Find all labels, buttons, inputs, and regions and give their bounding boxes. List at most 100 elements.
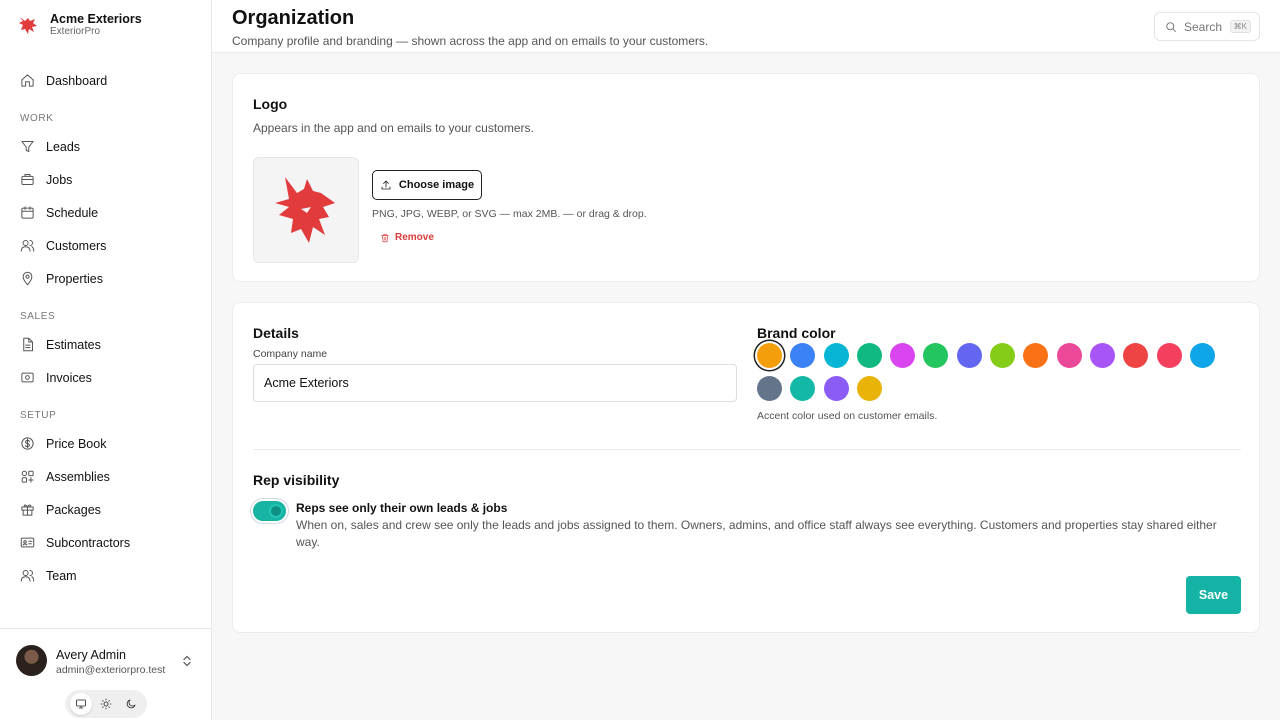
sidebar-item-properties[interactable]: Properties [0,262,211,295]
sidebar-item-schedule[interactable]: Schedule [0,196,211,229]
moon-icon [126,699,136,709]
upload-hint: PNG, JPG, WEBP, or SVG — max 2MB. — or d… [372,208,647,220]
search-icon [1166,21,1176,32]
upload-icon [381,180,391,190]
map-pin-icon [22,271,33,286]
rep-visibility-toggle[interactable] [253,501,286,521]
dollar-circle-icon [21,437,34,450]
trash-icon [381,233,389,242]
users-icon [20,240,35,252]
wolf-logo-icon [19,17,37,34]
file-text-icon [23,337,33,352]
brand-color-swatch[interactable] [823,376,849,401]
toggle-knob [269,504,283,518]
brand-color-swatch[interactable] [757,343,782,368]
company-name-label: Company name [253,348,328,360]
brand-color-swatch[interactable] [956,343,982,368]
user-name: Avery Admin [56,648,126,662]
rep-visibility-label: Reps see only their own leads & jobs [296,501,508,515]
logo-preview [253,157,359,263]
brand-color-swatch[interactable] [1156,343,1182,368]
save-button[interactable]: Save [1186,576,1241,614]
sidebar-nav: Dashboard WORK Leads Jobs Schedule Custo… [0,64,211,592]
brand-color-swatch[interactable] [856,376,882,401]
sidebar-item-label: Schedule [46,205,99,220]
sidebar-item-label: Estimates [46,337,101,352]
brand-color-note: Accent color used on customer emails. [757,410,938,422]
brand-color-swatch[interactable] [790,343,816,368]
page-title: Organization [232,7,355,29]
brand-color-swatch[interactable] [990,343,1016,368]
rep-visibility-title: Rep visibility [253,472,340,488]
sidebar: Acme Exteriors ExteriorPro Dashboard WOR… [0,0,212,720]
brand-color-swatch[interactable] [1056,343,1082,368]
brand-color-swatch[interactable] [1123,343,1149,368]
sidebar-item-jobs[interactable]: Jobs [0,163,211,196]
rep-visibility-description: When on, sales and crew see only the lea… [296,518,1217,549]
remove-logo-button[interactable]: Remove [380,232,434,243]
search-shortcut: ⌘K [1229,20,1251,33]
brand-color-swatch[interactable] [890,343,916,368]
sidebar-item-estimates[interactable]: Estimates [0,328,211,361]
team-icon [20,570,35,582]
user-panel[interactable]: Avery Admin admin@exteriorpro.test [0,628,211,720]
sidebar-item-dashboard[interactable]: Dashboard [0,64,211,97]
sidebar-item-label: Team [46,568,77,583]
search-button[interactable]: Search ⌘K [1154,12,1260,41]
sidebar-item-price-book[interactable]: Price Book [0,427,211,460]
theme-switcher [65,690,147,718]
search-label: Search [1184,19,1223,34]
home-icon [21,74,34,87]
brand-color-swatch[interactable] [823,343,849,368]
sun-icon [100,698,112,710]
logo-description: Appears in the app and on emails to your… [253,121,534,135]
sidebar-item-label: Packages [46,502,101,517]
brand-color-swatches [757,343,1227,401]
sidebar-item-label: Dashboard [46,73,108,88]
chevrons-up-down-icon[interactable] [182,655,192,667]
sidebar-item-invoices[interactable]: Invoices [0,361,211,394]
brand-subtitle: ExteriorPro [50,26,101,37]
id-card-icon [20,537,35,548]
brand-color-swatch[interactable] [856,343,882,368]
sidebar-item-label: Jobs [46,172,73,187]
blocks-icon [21,470,34,483]
theme-system-button[interactable] [70,693,93,715]
divider [253,449,1241,450]
sidebar-item-assemblies[interactable]: Assemblies [0,460,211,493]
sidebar-item-packages[interactable]: Packages [0,493,211,526]
logo-title: Logo [253,96,288,112]
sidebar-item-label: Subcontractors [46,535,131,550]
theme-light-button[interactable] [95,693,117,715]
nav-section-sales: SALES [20,311,56,322]
briefcase-icon [21,174,34,185]
page-subtitle: Company profile and branding — shown acr… [232,34,709,48]
sidebar-item-label: Invoices [46,370,92,385]
brand-color-swatch[interactable] [1089,343,1115,368]
company-name-input[interactable] [253,364,737,402]
sidebar-item-leads[interactable]: Leads [0,130,211,163]
user-email: admin@exteriorpro.test [56,664,166,676]
brand-color-swatch[interactable] [790,376,816,401]
choose-image-button[interactable]: Choose image [372,170,482,200]
brand-color-swatch[interactable] [757,376,782,401]
sidebar-item-team[interactable]: Team [0,559,211,592]
theme-dark-button[interactable] [120,693,142,715]
brand-color-swatch[interactable] [923,343,949,368]
sidebar-item-subcontractors[interactable]: Subcontractors [0,526,211,559]
sidebar-item-label: Leads [46,139,81,154]
sidebar-item-label: Properties [46,271,103,286]
gift-icon [21,504,34,516]
details-card: Details Company name Brand color Accent … [232,302,1260,633]
sidebar-item-label: Customers [46,238,107,253]
avatar [16,645,47,676]
brand-color-swatch[interactable] [1023,343,1049,368]
receipt-icon [21,372,34,383]
brand[interactable]: Acme Exteriors ExteriorPro [16,12,142,38]
nav-section-work: WORK [20,113,54,124]
sidebar-item-label: Price Book [46,436,107,451]
calendar-icon [21,206,34,219]
remove-label: Remove [395,232,434,243]
brand-color-swatch[interactable] [1189,343,1215,368]
sidebar-item-customers[interactable]: Customers [0,229,211,262]
